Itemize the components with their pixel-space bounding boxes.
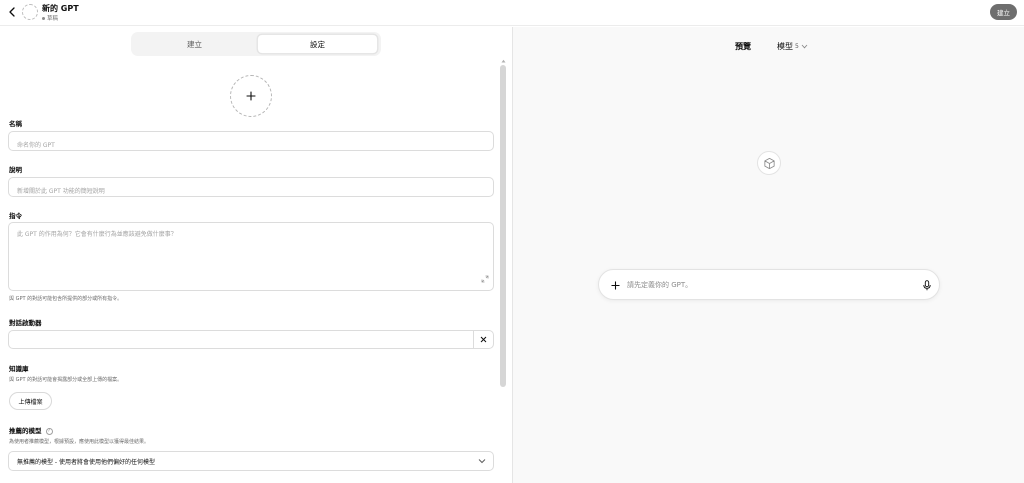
back-button[interactable] <box>4 4 20 20</box>
description-field <box>8 177 494 201</box>
description-label: 說明 <box>9 166 22 174</box>
status-dot-icon <box>42 16 45 20</box>
scrollbar-thumb[interactable] <box>500 65 506 387</box>
recommended-model-select[interactable]: 無推薦的模型 - 使用者將會使用他們偏好的任何模型 <box>8 451 494 471</box>
message-composer <box>598 269 940 300</box>
draft-status: 草稿 <box>42 14 58 22</box>
conversation-starter-field <box>8 330 494 353</box>
top-bar: 新的 GPT 草稿 建立 <box>0 0 1024 26</box>
knowledge-hint: 與 GPT 的對話可能會揭露部分或全部上傳的檔案。 <box>9 377 123 383</box>
name-label: 名稱 <box>9 120 22 128</box>
expand-icon[interactable] <box>481 268 489 287</box>
tab-create[interactable]: 建立 <box>134 34 255 54</box>
clear-starter-button[interactable] <box>473 331 493 348</box>
attach-button[interactable] <box>608 278 622 292</box>
create-button[interactable]: 建立 <box>990 4 1017 20</box>
gpt-title: 新的 GPT <box>42 4 79 13</box>
help-icon[interactable]: ? <box>45 427 53 435</box>
recommended-model-label: 推薦的模型? <box>9 425 53 435</box>
config-panel: 建立 設定 名稱 說明 指令 與 GPT 的對話可能包含所提供的部分或所有指令。… <box>0 27 512 483</box>
description-input[interactable] <box>9 182 493 201</box>
cube-icon <box>763 157 775 169</box>
plus-icon <box>610 280 620 290</box>
mode-tabs: 建立 設定 <box>131 32 381 56</box>
recommended-model-label-text: 推薦的模型 <box>9 427 42 435</box>
tab-configure[interactable]: 設定 <box>257 34 378 54</box>
name-input[interactable] <box>9 136 493 155</box>
instructions-label: 指令 <box>9 212 22 220</box>
message-input[interactable] <box>627 276 907 294</box>
gpt-avatar <box>22 4 38 20</box>
avatar-upload-button[interactable] <box>230 75 272 117</box>
close-icon <box>480 336 487 343</box>
preview-panel: 預覽 模型 5 <box>513 27 1024 483</box>
recommended-model-hint: 為使用者推薦模型，根據預設，應使用此模型以獲得最佳結果。 <box>9 439 150 445</box>
voice-button[interactable] <box>921 278 933 292</box>
scroll-up-arrow[interactable] <box>500 58 506 64</box>
conversation-starters-label: 對話啟動器 <box>9 319 42 327</box>
model-selector[interactable]: 模型 5 <box>777 41 808 52</box>
model-version: 5 <box>795 43 799 50</box>
preview-title: 預覽 <box>735 42 751 51</box>
model-label: 模型 <box>777 42 793 51</box>
instructions-textarea[interactable] <box>9 223 493 290</box>
recommended-model-value: 無推薦的模型 - 使用者將會使用他們偏好的任何模型 <box>17 458 155 466</box>
instructions-hint: 與 GPT 的對話可能包含所提供的部分或所有指令。 <box>9 296 123 302</box>
chevron-left-icon <box>9 7 15 17</box>
conversation-starter-input[interactable] <box>9 336 469 353</box>
microphone-icon <box>923 279 931 290</box>
status-label: 草稿 <box>47 16 59 22</box>
gpt-placeholder-logo <box>757 151 781 175</box>
chevron-down-icon <box>478 459 486 464</box>
name-field <box>8 131 494 155</box>
upload-files-button[interactable]: 上傳檔案 <box>9 392 52 410</box>
knowledge-label: 知識庫 <box>9 365 29 373</box>
instructions-field <box>8 222 494 291</box>
plus-icon <box>246 91 256 101</box>
chevron-down-icon <box>801 44 808 49</box>
